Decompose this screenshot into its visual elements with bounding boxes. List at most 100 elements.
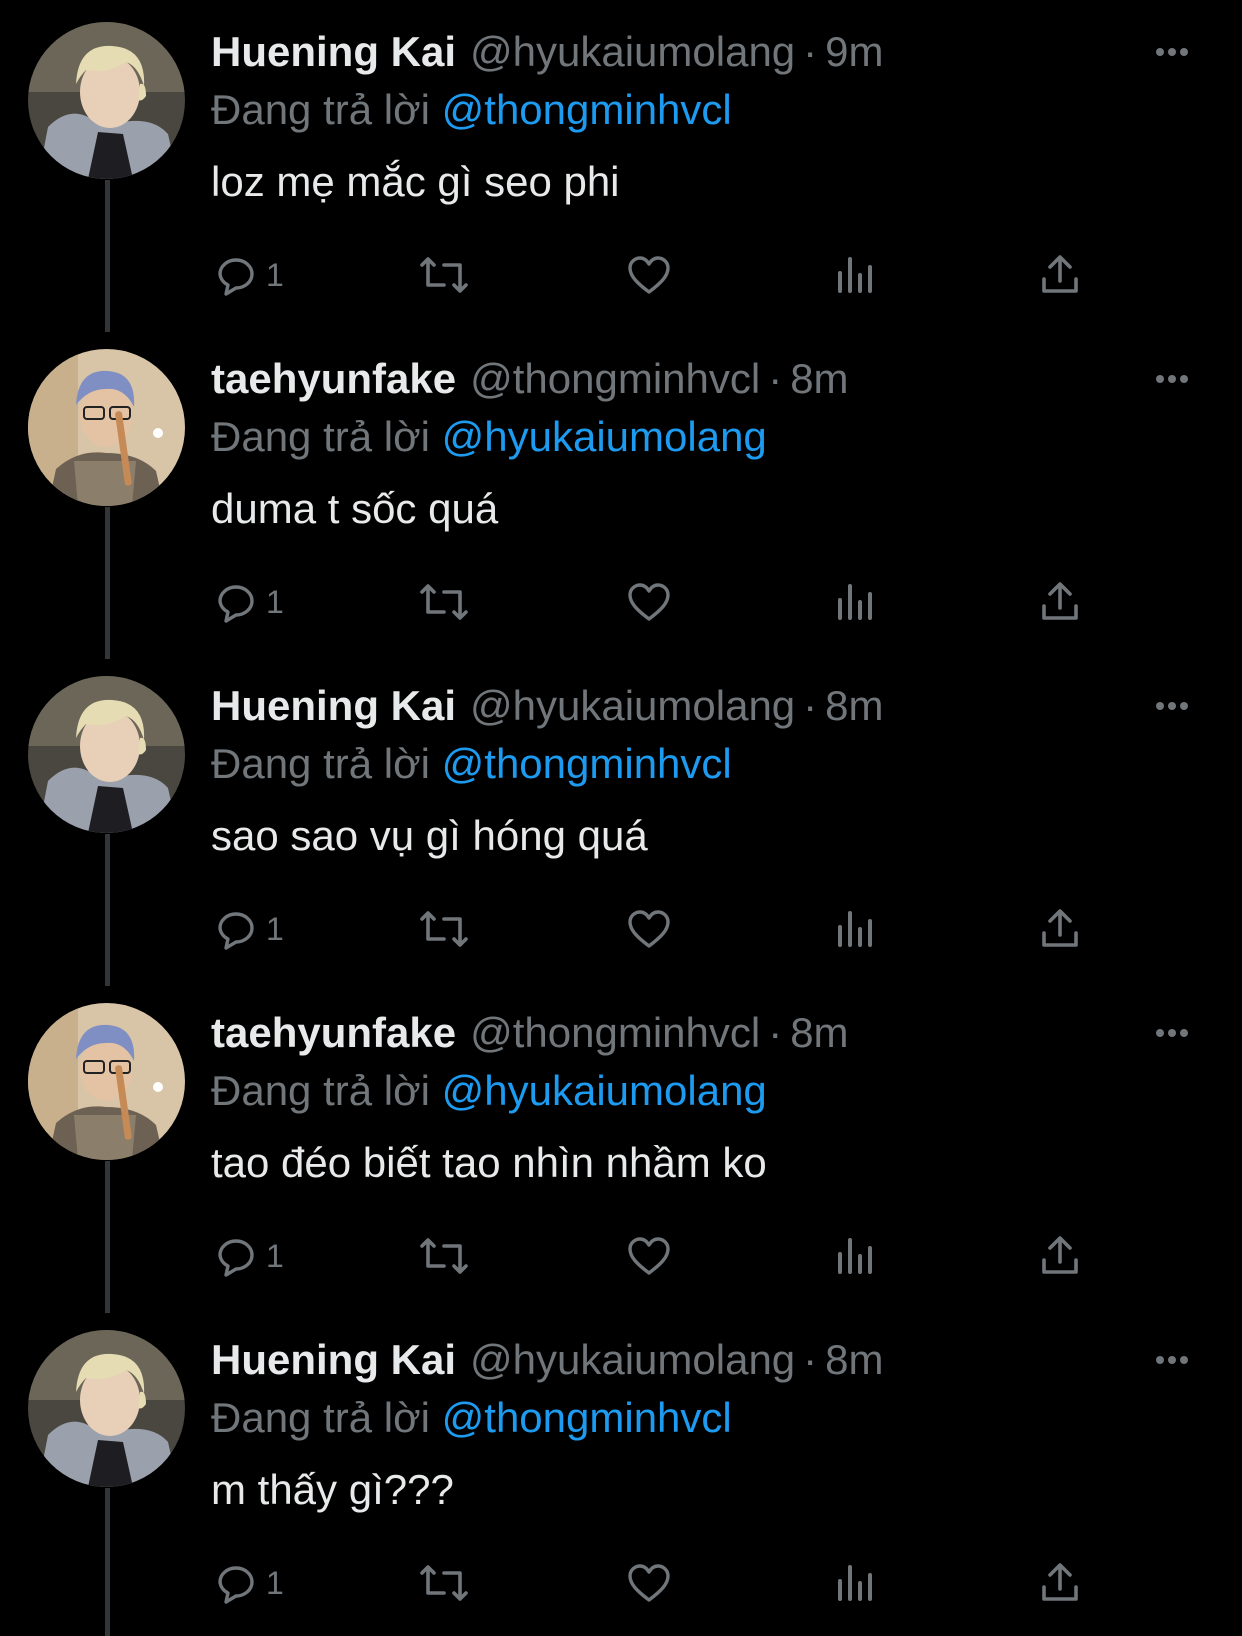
retweet-button[interactable] [418, 572, 470, 632]
retweet-button[interactable] [418, 1226, 470, 1286]
reply-button[interactable]: 1 [212, 899, 284, 959]
tweet[interactable]: Huening Kai @hyukaiumolang · 8m Đang trả lờ… [0, 1308, 1242, 1635]
more-options-button[interactable] [1144, 1011, 1200, 1055]
more-options-button[interactable] [1144, 357, 1200, 401]
reply-button[interactable]: 1 [212, 1553, 284, 1613]
more-icon [1156, 48, 1188, 56]
user-handle[interactable]: @thongminhvcl [470, 355, 760, 402]
reply-icon [218, 258, 254, 296]
avatar-huening-kai[interactable] [28, 1330, 185, 1487]
share-button[interactable] [1036, 899, 1084, 959]
retweet-button[interactable] [418, 899, 470, 959]
analytics-icon [838, 584, 872, 620]
more-options-button[interactable] [1144, 684, 1200, 728]
reply-icon [218, 1566, 254, 1604]
mention-link[interactable]: @hyukaiumolang [442, 413, 767, 460]
tweet-text: loz mẹ mắc gì seo phi [211, 158, 620, 205]
conversation-thread: Huening Kai @hyukaiumolang · 9m Đang trả lờ… [0, 0, 1242, 1636]
avatar-taehyunfake[interactable] [28, 349, 185, 506]
user-handle[interactable]: @thongminhvcl [470, 1009, 760, 1056]
avatar-huening-kai[interactable] [28, 676, 185, 833]
separator: · [768, 1009, 783, 1056]
mention-link[interactable]: @thongminhvcl [442, 740, 732, 787]
share-icon [1042, 582, 1078, 620]
retweet-button[interactable] [418, 245, 470, 305]
reply-button[interactable]: 1 [212, 1226, 284, 1286]
reply-count: 1 [266, 1237, 284, 1274]
analytics-icon [838, 1565, 872, 1601]
display-name[interactable]: Huening Kai [211, 28, 456, 75]
avatar-huening-kai[interactable] [28, 22, 185, 179]
retweet-icon [420, 1565, 468, 1601]
mention-link[interactable]: @hyukaiumolang [442, 1067, 767, 1114]
tweet-header: Huening Kai @hyukaiumolang · 8m [211, 676, 884, 736]
tweet-actions: 1 [0, 1553, 1242, 1613]
tweet[interactable]: taehyunfake @thongminhvcl · 8m Đang trả lời… [0, 981, 1242, 1308]
timestamp[interactable]: 8m [825, 682, 883, 729]
display-name[interactable]: Huening Kai [211, 682, 456, 729]
mention-link[interactable]: @thongminhvcl [442, 1394, 732, 1441]
like-button[interactable] [625, 1226, 673, 1286]
separator: · [803, 1336, 818, 1383]
tweet-header: taehyunfake @thongminhvcl · 8m [211, 1003, 849, 1063]
retweet-icon [420, 911, 468, 947]
share-button[interactable] [1036, 572, 1084, 632]
views-button[interactable] [832, 245, 880, 305]
reply-count: 1 [266, 256, 284, 293]
replying-to-label: Đang trả lời [211, 740, 430, 787]
share-button[interactable] [1036, 1226, 1084, 1286]
tweet-header: Huening Kai @hyukaiumolang · 9m [211, 22, 884, 82]
retweet-icon [420, 257, 468, 293]
user-handle[interactable]: @hyukaiumolang [470, 28, 795, 75]
reply-button[interactable]: 1 [212, 572, 284, 632]
views-button[interactable] [832, 899, 880, 959]
timestamp[interactable]: 8m [825, 1336, 883, 1383]
reply-icon [218, 585, 254, 623]
display-name[interactable]: taehyunfake [211, 1009, 456, 1056]
avatar-taehyunfake[interactable] [28, 1003, 185, 1160]
retweet-button[interactable] [418, 1553, 470, 1613]
share-button[interactable] [1036, 1553, 1084, 1613]
reply-icon [218, 912, 254, 950]
timestamp[interactable]: 8m [790, 355, 848, 402]
tweet-text: tao đéo biết tao nhìn nhầm ko [211, 1139, 767, 1186]
views-button[interactable] [832, 1226, 880, 1286]
replying-to: Đang trả lời @thongminhvcl [211, 1390, 732, 1446]
tweet-actions: 1 [0, 572, 1242, 632]
retweet-icon [420, 1238, 468, 1274]
views-button[interactable] [832, 572, 880, 632]
tweet[interactable]: Huening Kai @hyukaiumolang · 8m Đang trả lờ… [0, 654, 1242, 981]
more-options-button[interactable] [1144, 30, 1200, 74]
tweet[interactable]: taehyunfake @thongminhvcl · 8m Đang trả lời… [0, 327, 1242, 654]
replying-to-label: Đang trả lời [211, 413, 430, 460]
reply-icon [218, 1239, 254, 1277]
tweet-header: Huening Kai @hyukaiumolang · 8m [211, 1330, 884, 1390]
share-icon [1042, 255, 1078, 293]
like-button[interactable] [625, 572, 673, 632]
tweet-text: sao sao vụ gì hóng quá [211, 812, 648, 859]
views-button[interactable] [832, 1553, 880, 1613]
tweet-actions: 1 [0, 245, 1242, 305]
replying-to: Đang trả lời @thongminhvcl [211, 82, 732, 138]
user-handle[interactable]: @hyukaiumolang [470, 1336, 795, 1383]
separator: · [803, 682, 818, 729]
like-button[interactable] [625, 1553, 673, 1613]
replying-to: Đang trả lời @hyukaiumolang [211, 1063, 767, 1119]
like-button[interactable] [625, 245, 673, 305]
tweet[interactable]: Huening Kai @hyukaiumolang · 9m Đang trả lờ… [0, 0, 1242, 327]
mention-link[interactable]: @thongminhvcl [442, 86, 732, 133]
reply-button[interactable]: 1 [212, 245, 284, 305]
replying-to-label: Đang trả lời [211, 1067, 430, 1114]
display-name[interactable]: taehyunfake [211, 355, 456, 402]
like-button[interactable] [625, 899, 673, 959]
timestamp[interactable]: 8m [790, 1009, 848, 1056]
analytics-icon [838, 911, 872, 947]
share-button[interactable] [1036, 245, 1084, 305]
more-options-button[interactable] [1144, 1338, 1200, 1382]
share-icon [1042, 909, 1078, 947]
user-handle[interactable]: @hyukaiumolang [470, 682, 795, 729]
reply-count: 1 [266, 1564, 284, 1601]
timestamp[interactable]: 9m [825, 28, 883, 75]
display-name[interactable]: Huening Kai [211, 1336, 456, 1383]
share-icon [1042, 1236, 1078, 1274]
